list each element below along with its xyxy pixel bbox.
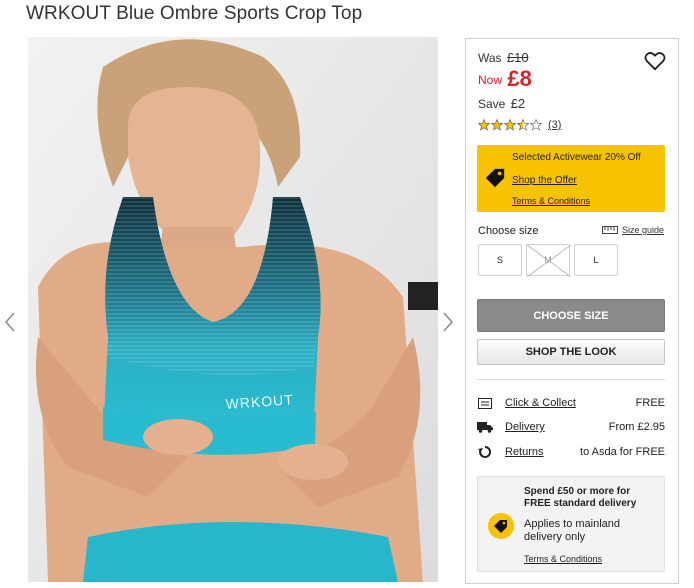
promo-title: Spend £50 or more for FREE standard deli… — [524, 486, 662, 510]
free-delivery-promo: Spend £50 or more for FREE standard deli… — [477, 476, 665, 572]
chevron-right-icon — [443, 312, 453, 332]
promo-terms-link[interactable]: Terms & Conditions — [524, 554, 602, 564]
truck-icon — [477, 422, 493, 433]
star-half-icon — [517, 119, 529, 131]
shop-offer-link[interactable]: Shop the Offer — [512, 175, 577, 186]
size-label: Choose size — [478, 225, 539, 237]
heart-icon[interactable] — [644, 51, 666, 71]
unavailable-cross-icon — [527, 245, 571, 277]
click-collect-value: FREE — [635, 397, 665, 409]
rating: (3) — [478, 119, 561, 131]
gallery-prev-button[interactable] — [1, 308, 19, 336]
product-image[interactable]: WRKOUT — [28, 37, 438, 582]
was-price: £10 — [506, 50, 529, 65]
store-icon — [478, 397, 492, 409]
promo-body-line2: delivery only — [524, 531, 586, 543]
offer-title: Selected Activewear 20% Off — [512, 152, 641, 163]
size-guide-link[interactable]: Size guide — [602, 225, 664, 235]
size-options: S M L — [478, 244, 618, 277]
returns-value: to Asda for FREE — [580, 446, 665, 458]
promo-body: Applies to mainland delivery only — [524, 518, 620, 544]
ruler-icon — [602, 226, 618, 234]
was-label: Was — [478, 51, 502, 65]
returns-row: Returns to Asda for FREE — [477, 444, 665, 460]
size-option-s[interactable]: S — [478, 244, 522, 276]
star-rating — [478, 119, 542, 131]
shop-the-look-button[interactable]: SHOP THE LOOK — [477, 339, 665, 365]
choose-size-button[interactable]: CHOOSE SIZE — [477, 299, 665, 332]
star-full-icon — [491, 119, 503, 131]
delivery-row: Delivery From £2.95 — [477, 419, 665, 435]
star-full-icon — [504, 119, 516, 131]
tag-icon — [488, 513, 514, 539]
save-amount: £2 — [510, 96, 526, 111]
price-save: Save £2 — [478, 96, 525, 111]
promo-body-line1: Applies to mainland — [524, 518, 621, 530]
price-now: Now £8 — [478, 66, 532, 92]
star-empty-icon — [530, 119, 542, 131]
review-count-link[interactable]: (3) — [548, 119, 561, 131]
size-guide-label: Size guide — [622, 225, 665, 235]
price-was: Was £10 — [478, 50, 529, 65]
size-l-label: L — [593, 255, 599, 265]
tag-icon — [485, 168, 505, 188]
returns-icon — [478, 445, 492, 458]
delivery-link[interactable]: Delivery — [505, 421, 545, 433]
offer-terms-link[interactable]: Terms & Conditions — [512, 196, 590, 206]
product-panel: Was £10 Now £8 Save £2 (3) Selected Acti… — [465, 38, 679, 584]
size-s-label: S — [496, 255, 503, 265]
promo-title-line2: FREE standard delivery — [524, 498, 637, 509]
gallery-next-button[interactable] — [439, 308, 457, 336]
star-full-icon — [478, 119, 490, 131]
divider — [477, 379, 665, 380]
promo-title-line1: Spend £50 or more for — [524, 486, 631, 497]
delivery-value: From £2.95 — [608, 421, 665, 433]
page-title: WRKOUT Blue Ombre Sports Crop Top — [26, 3, 363, 24]
size-option-l[interactable]: L — [574, 244, 618, 276]
chevron-left-icon — [5, 312, 15, 332]
offer-banner: Selected Activewear 20% Off Shop the Off… — [477, 145, 665, 212]
click-collect-link[interactable]: Click & Collect — [505, 397, 576, 409]
now-label: Now — [478, 73, 503, 87]
size-option-m[interactable]: M — [526, 244, 571, 277]
now-price: £8 — [507, 66, 532, 91]
click-collect-row: Click & Collect FREE — [477, 395, 665, 411]
save-label: Save — [478, 97, 506, 111]
returns-link[interactable]: Returns — [505, 446, 544, 458]
